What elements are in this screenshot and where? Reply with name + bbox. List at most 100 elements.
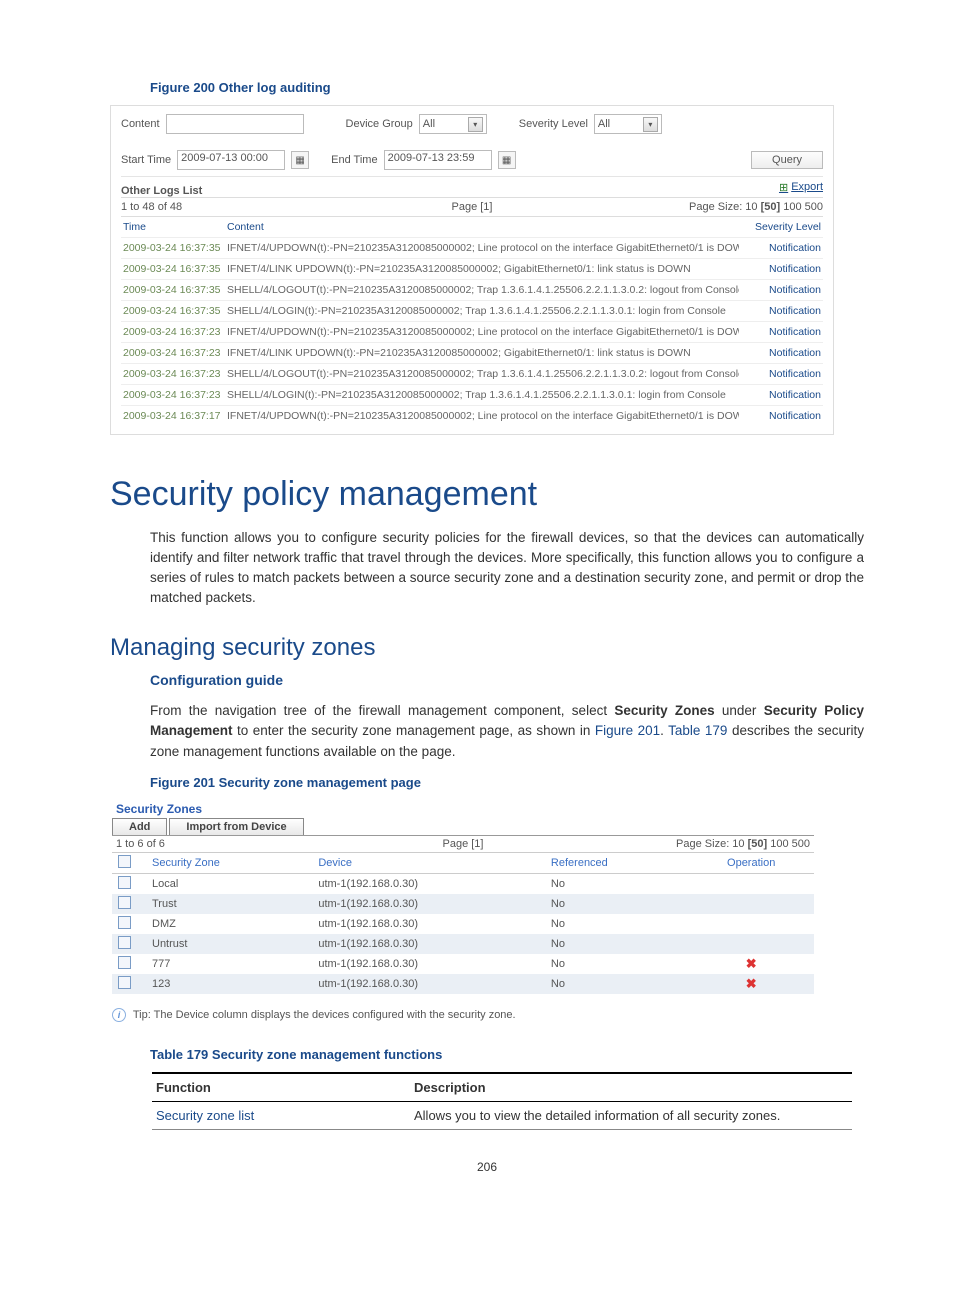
cell-device: utm-1(192.168.0.30) (312, 954, 545, 974)
cell-severity: Notification (739, 280, 823, 301)
cell-time: 2009-03-24 16:37:35 (121, 301, 225, 322)
device-group-value: All (423, 118, 435, 130)
chevron-down-icon: ▾ (643, 117, 658, 132)
cell-operation[interactable]: ✖ (688, 974, 814, 994)
cell-device: utm-1(192.168.0.30) (312, 894, 545, 914)
cell-time: 2009-03-24 16:37:35 (121, 238, 225, 259)
cell-content: IFNET/4/LINK UPDOWN(t):-PN=210235A312008… (225, 343, 739, 364)
checkbox[interactable] (118, 916, 131, 929)
cell-referenced: No (545, 954, 688, 974)
content-input[interactable] (166, 114, 304, 134)
cell-referenced: No (545, 974, 688, 994)
query-button[interactable]: Query (751, 151, 823, 169)
severity-level-select[interactable]: All ▾ (594, 114, 662, 134)
cell-referenced: No (545, 874, 688, 895)
col-time[interactable]: Time (121, 217, 225, 238)
export-link[interactable]: ⊞ Export (779, 181, 823, 194)
cell-severity: Notification (739, 406, 823, 427)
tab-import-from-device[interactable]: Import from Device (169, 818, 303, 835)
cell-device: utm-1(192.168.0.30) (312, 934, 545, 954)
function-description: Allows you to view the detailed informat… (410, 1102, 852, 1130)
page-range: 1 to 48 of 48 (121, 201, 182, 213)
delete-icon[interactable]: ✖ (746, 956, 757, 971)
cell-zone: 777 (146, 954, 312, 974)
security-zones-table: Security Zone Device Referenced Operatio… (112, 853, 814, 994)
checkbox[interactable] (118, 956, 131, 969)
cell-referenced: No (545, 914, 688, 934)
cell-zone: Trust (146, 894, 312, 914)
col-operation[interactable]: Operation (688, 853, 814, 874)
cell-zone: DMZ (146, 914, 312, 934)
cell-severity: Notification (739, 322, 823, 343)
cell-time: 2009-03-24 16:37:17 (121, 406, 225, 427)
tab-add[interactable]: Add (112, 818, 167, 835)
delete-icon[interactable]: ✖ (746, 976, 757, 991)
page-current: Page [1] (452, 201, 493, 213)
cell-time: 2009-03-24 16:37:23 (121, 322, 225, 343)
cell-time: 2009-03-24 16:37:23 (121, 343, 225, 364)
info-icon: i (112, 1008, 126, 1022)
table-row: 2009-03-24 16:37:35SHELL/4/LOGOUT(t):-PN… (121, 280, 823, 301)
table-row: Security zone listAllows you to view the… (152, 1102, 852, 1130)
cell-time: 2009-03-24 16:37:35 (121, 259, 225, 280)
col-description: Description (410, 1073, 852, 1102)
col-device[interactable]: Device (312, 853, 545, 874)
zone-page-size[interactable]: Page Size: 10 [50] 100 500 (676, 838, 810, 850)
checkbox[interactable] (118, 896, 131, 909)
cell-severity: Notification (739, 343, 823, 364)
checkbox[interactable] (118, 936, 131, 949)
table-row: 2009-03-24 16:37:17IFNET/4/UPDOWN(t):-PN… (121, 406, 823, 427)
end-time-input[interactable]: 2009-07-13 23:59 (384, 150, 492, 170)
checkbox-all[interactable] (118, 855, 131, 868)
security-zones-panel: Security Zones Add Import from Device 1 … (112, 800, 814, 1022)
col-referenced[interactable]: Referenced (545, 853, 688, 874)
checkbox[interactable] (118, 876, 131, 889)
cell-operation (688, 894, 814, 914)
cell-zone: 123 (146, 974, 312, 994)
function-link[interactable]: Security zone list (152, 1102, 410, 1130)
table-179: Function Description Security zone listA… (152, 1072, 852, 1130)
cell-device: utm-1(192.168.0.30) (312, 874, 545, 895)
body-paragraph-2: From the navigation tree of the firewall… (150, 701, 864, 762)
body-paragraph-1: This function allows you to configure se… (150, 528, 864, 609)
table-row: 2009-03-24 16:37:23IFNET/4/UPDOWN(t):-PN… (121, 322, 823, 343)
col-content[interactable]: Content (225, 217, 739, 238)
start-time-input[interactable]: 2009-07-13 00:00 (177, 150, 285, 170)
other-log-panel: Content Device Group All ▾ Severity Leve… (110, 105, 834, 435)
cell-severity: Notification (739, 364, 823, 385)
page-size[interactable]: Page Size: 10 [50] 100 500 (689, 201, 823, 213)
cell-severity: Notification (739, 238, 823, 259)
table-row: Untrustutm-1(192.168.0.30)No (112, 934, 814, 954)
table-row: 2009-03-24 16:37:35IFNET/4/LINK UPDOWN(t… (121, 259, 823, 280)
cell-content: IFNET/4/UPDOWN(t):-PN=210235A31200850000… (225, 406, 739, 427)
col-security-zone[interactable]: Security Zone (146, 853, 312, 874)
cell-content: SHELL/4/LOGIN(t):-PN=210235A312008500000… (225, 301, 739, 322)
heading-configuration-guide: Configuration guide (150, 672, 864, 688)
export-label: Export (791, 181, 823, 193)
calendar-icon[interactable]: ▦ (498, 151, 516, 169)
cell-operation[interactable]: ✖ (688, 954, 814, 974)
device-group-select[interactable]: All ▾ (419, 114, 487, 134)
table-row: 2009-03-24 16:37:23SHELL/4/LOGOUT(t):-PN… (121, 364, 823, 385)
table-row: 777utm-1(192.168.0.30)No ✖ (112, 954, 814, 974)
table-179-caption: Table 179 Security zone management funct… (150, 1047, 864, 1062)
start-time-label: Start Time (121, 154, 171, 166)
cell-time: 2009-03-24 16:37:23 (121, 385, 225, 406)
cell-operation (688, 874, 814, 895)
cell-severity: Notification (739, 385, 823, 406)
end-time-label: End Time (331, 154, 377, 166)
table-row: 2009-03-24 16:37:23IFNET/4/LINK UPDOWN(t… (121, 343, 823, 364)
table-row: Trustutm-1(192.168.0.30)No (112, 894, 814, 914)
figure-201-link[interactable]: Figure 201 (595, 723, 660, 738)
cell-content: SHELL/4/LOGOUT(t):-PN=210235A31200850000… (225, 280, 739, 301)
calendar-icon[interactable]: ▦ (291, 151, 309, 169)
table-179-link[interactable]: Table 179 (668, 723, 727, 738)
cell-content: IFNET/4/UPDOWN(t):-PN=210235A31200850000… (225, 238, 739, 259)
cell-zone: Local (146, 874, 312, 895)
checkbox[interactable] (118, 976, 131, 989)
col-severity[interactable]: Severity Level (739, 217, 823, 238)
table-row: 2009-03-24 16:37:23SHELL/4/LOGIN(t):-PN=… (121, 385, 823, 406)
zone-page-current: Page [1] (443, 838, 484, 850)
cell-time: 2009-03-24 16:37:35 (121, 280, 225, 301)
tip-row: i Tip: The Device column displays the de… (112, 1008, 814, 1022)
